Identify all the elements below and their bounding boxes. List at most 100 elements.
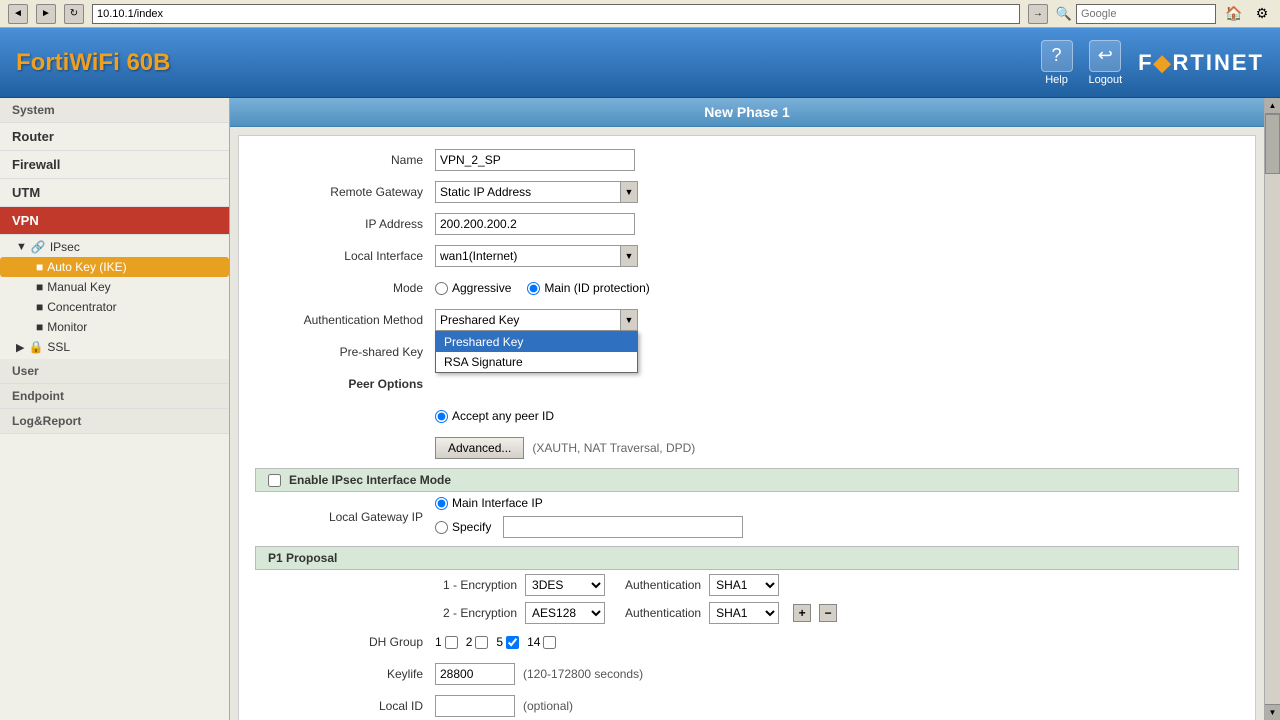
- auth2-label: Authentication: [625, 606, 701, 620]
- remote-gateway-label: Remote Gateway: [255, 185, 435, 199]
- accept-any-peer-radio[interactable]: [435, 410, 448, 423]
- enc2-select[interactable]: 3DES AES128 AES192 AES256 DES: [525, 602, 605, 624]
- logout-button[interactable]: ↩ Logout: [1089, 40, 1123, 86]
- sidebar-item-endpoint[interactable]: Endpoint: [0, 384, 229, 409]
- sidebar-item-user[interactable]: User: [0, 359, 229, 384]
- app-header: FortiWiFi 60B ? Help ↩ Logout F◆RTINET: [0, 28, 1280, 98]
- sidebar-item-router[interactable]: Router: [0, 123, 229, 151]
- sidebar-item-logreport[interactable]: Log&Report: [0, 409, 229, 434]
- address-bar[interactable]: [92, 4, 1020, 24]
- advanced-note: (XAUTH, NAT Traversal, DPD): [532, 441, 695, 455]
- help-icon: ?: [1041, 40, 1073, 72]
- local-interface-select-wrapper: wan1(Internet) ▼: [435, 245, 638, 267]
- scroll-up-button[interactable]: ▲: [1265, 98, 1280, 114]
- tree-item-monitor[interactable]: ■ Monitor: [0, 317, 229, 337]
- ip-address-input[interactable]: [435, 213, 635, 235]
- auth-method-dropdown: Preshared Key RSA Signature: [435, 331, 638, 373]
- logout-icon: ↩: [1089, 40, 1121, 72]
- form-container: Name Remote Gateway Static IP Address ▼ …: [238, 135, 1256, 720]
- peer-options-header-row: Peer Options: [255, 372, 1239, 396]
- auth-method-arrow[interactable]: ▼: [620, 309, 638, 331]
- specify-input[interactable]: [503, 516, 743, 538]
- tree-item-ssl[interactable]: ▶ 🔒 SSL: [0, 337, 229, 357]
- local-id-row: Local ID (optional): [255, 694, 1239, 718]
- local-id-note: (optional): [523, 699, 573, 713]
- remote-gateway-row: Remote Gateway Static IP Address ▼: [255, 180, 1239, 204]
- refresh-button[interactable]: ↻: [64, 4, 84, 24]
- auth-method-display: Preshared Key: [435, 309, 620, 331]
- peer-options-label: Peer Options: [255, 377, 435, 391]
- advanced-button[interactable]: Advanced...: [435, 437, 524, 459]
- scroll-thumb[interactable]: [1265, 114, 1280, 174]
- keylife-row: Keylife (120-172800 seconds): [255, 662, 1239, 686]
- dh-5-checkbox[interactable]: [506, 636, 519, 649]
- scroll-down-button[interactable]: ▼: [1265, 704, 1280, 720]
- specify-option[interactable]: Specify: [435, 516, 743, 538]
- dh-14-item: 14: [527, 635, 556, 649]
- p1-proposal-section: P1 Proposal: [255, 546, 1239, 570]
- preshared-key-label: Pre-shared Key: [255, 345, 435, 359]
- scroll-track: [1265, 114, 1280, 704]
- dh-group-checkboxes: 1 2 5 14: [435, 635, 556, 649]
- name-input[interactable]: [435, 149, 635, 171]
- ip-address-label: IP Address: [255, 217, 435, 231]
- local-interface-row: Local Interface wan1(Internet) ▼: [255, 244, 1239, 268]
- sidebar-item-vpn[interactable]: VPN: [0, 207, 229, 235]
- mode-aggressive-radio[interactable]: [435, 282, 448, 295]
- expand-ssl-icon: ▶: [16, 341, 24, 354]
- auth-method-select-wrapper: Preshared Key ▼: [435, 309, 638, 331]
- enc1-select[interactable]: 3DES AES128 AES192 AES256 DES: [525, 574, 605, 596]
- forward-button[interactable]: ►: [36, 4, 56, 24]
- back-button[interactable]: ◄: [8, 4, 28, 24]
- local-gateway-row: Local Gateway IP Main Interface IP Speci…: [255, 496, 1239, 538]
- help-button[interactable]: ? Help: [1041, 40, 1073, 86]
- settings-icon[interactable]: ⚙: [1252, 4, 1272, 24]
- manualkey-icon: ■: [36, 280, 43, 294]
- dh-14-checkbox[interactable]: [543, 636, 556, 649]
- tree-item-ipsec[interactable]: ▼ 🔗 IPsec: [0, 237, 229, 257]
- sidebar-tree: ▼ 🔗 IPsec ■ Auto Key (IKE) ■ Manual Key …: [0, 235, 229, 359]
- dh-1-checkbox[interactable]: [445, 636, 458, 649]
- brand-name: FortiWiFi 60B: [16, 49, 170, 77]
- name-label: Name: [255, 153, 435, 167]
- tree-item-manualkey[interactable]: ■ Manual Key: [0, 277, 229, 297]
- auth2-select[interactable]: SHA1 MD5: [709, 602, 779, 624]
- add-proposal-button[interactable]: +: [793, 604, 811, 622]
- enable-ipsec-checkbox[interactable]: [268, 474, 281, 487]
- local-gateway-label: Local Gateway IP: [255, 510, 435, 524]
- dh-group-row: DH Group 1 2 5: [255, 630, 1239, 654]
- mode-main-radio[interactable]: [527, 282, 540, 295]
- tree-item-autokey[interactable]: ■ Auto Key (IKE): [0, 257, 229, 277]
- local-id-input[interactable]: [435, 695, 515, 717]
- sidebar-item-utm[interactable]: UTM: [0, 179, 229, 207]
- search-input[interactable]: [1076, 4, 1216, 24]
- auth-method-select-container: Preshared Key ▼ Preshared Key RSA Signat…: [435, 309, 638, 331]
- remote-gateway-arrow[interactable]: ▼: [620, 181, 638, 203]
- main-interface-option[interactable]: Main Interface IP: [435, 496, 743, 510]
- accept-any-peer-option[interactable]: Accept any peer ID: [435, 409, 554, 423]
- scrollbar[interactable]: ▲ ▼: [1264, 98, 1280, 720]
- keylife-input[interactable]: [435, 663, 515, 685]
- fortinet-logo: F◆RTINET: [1138, 50, 1264, 76]
- monitor-icon: ■: [36, 320, 43, 334]
- mode-main-option[interactable]: Main (ID protection): [527, 281, 649, 295]
- mode-label: Mode: [255, 281, 435, 295]
- dropdown-option-rsa[interactable]: RSA Signature: [436, 352, 637, 372]
- dh-2-checkbox[interactable]: [475, 636, 488, 649]
- auth1-select[interactable]: SHA1 MD5: [709, 574, 779, 596]
- ipsec-interface-section: Enable IPsec Interface Mode: [255, 468, 1239, 492]
- sidebar-item-firewall[interactable]: Firewall: [0, 151, 229, 179]
- dropdown-option-preshared[interactable]: Preshared Key: [436, 332, 637, 352]
- specify-radio[interactable]: [435, 521, 448, 534]
- home-icon[interactable]: 🏠: [1224, 4, 1244, 24]
- go-button[interactable]: →: [1028, 4, 1048, 24]
- tree-item-concentrator[interactable]: ■ Concentrator: [0, 297, 229, 317]
- mode-aggressive-option[interactable]: Aggressive: [435, 281, 511, 295]
- sidebar-item-system[interactable]: System: [0, 98, 229, 123]
- enc1-row: 1 - Encryption 3DES AES128 AES192 AES256…: [255, 574, 1239, 596]
- local-interface-arrow[interactable]: ▼: [620, 245, 638, 267]
- advanced-row: Advanced... (XAUTH, NAT Traversal, DPD): [255, 436, 1239, 460]
- main-interface-radio[interactable]: [435, 497, 448, 510]
- remove-proposal-button[interactable]: −: [819, 604, 837, 622]
- enc1-label: 1 - Encryption: [443, 578, 517, 592]
